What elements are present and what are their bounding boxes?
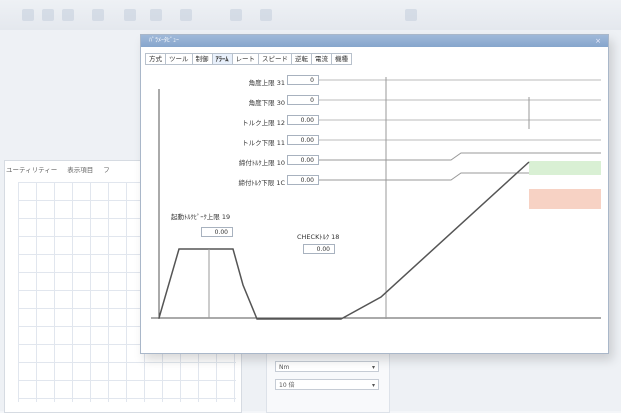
- cut-icon[interactable]: [124, 9, 136, 21]
- close-icon[interactable]: ×: [592, 36, 604, 46]
- options-panel: Nm ▾ 10 倍 ▾: [266, 350, 390, 413]
- tab-display-items[interactable]: 表示項目: [67, 164, 93, 178]
- settings-icon[interactable]: [405, 9, 417, 21]
- tab-current[interactable]: 電流: [311, 53, 331, 65]
- save-icon[interactable]: [42, 9, 54, 21]
- torque-curve: [158, 161, 530, 320]
- tightening-upper-line: [319, 152, 601, 161]
- file-icon[interactable]: [22, 9, 34, 21]
- tab-rate[interactable]: レート: [231, 53, 258, 65]
- torque-curve-diagram: [151, 77, 601, 320]
- chevron-down-icon: ▾: [371, 364, 375, 371]
- scale-select[interactable]: 10 倍 ▾: [275, 379, 379, 390]
- app-toolbar: [0, 0, 621, 30]
- dialog-title-bar: ﾊﾟﾗﾒｰﾀﾋﾞｭｰ ×: [141, 35, 608, 47]
- tab-utility[interactable]: ユーティリティー: [6, 164, 57, 178]
- unit-select[interactable]: Nm ▾: [275, 361, 379, 372]
- tab-speed[interactable]: スピード: [258, 53, 291, 65]
- tab-method[interactable]: 方式: [145, 53, 165, 65]
- chart-icon[interactable]: [180, 9, 192, 21]
- ok-band: [529, 161, 601, 175]
- tab-tool[interactable]: ツール: [165, 53, 192, 65]
- edit-icon[interactable]: [230, 9, 242, 21]
- dialog-title: ﾊﾟﾗﾒｰﾀﾋﾞｭｰ: [149, 37, 180, 44]
- ng-band: [529, 189, 601, 209]
- tab-control[interactable]: 制御: [191, 53, 212, 65]
- parameter-dialog: ﾊﾟﾗﾒｰﾀﾋﾞｭｰ × 方式 ツール 制御 ｱﾗｰﾑ レート スピード 逆転 …: [140, 34, 609, 354]
- copy-icon[interactable]: [92, 9, 104, 21]
- zoom-icon[interactable]: [260, 9, 272, 21]
- panel-tabs: ユーティリティー 表示項目 フ: [6, 164, 110, 178]
- dialog-tabs: 方式 ツール 制御 ｱﾗｰﾑ レート スピード 逆転 電流 機種: [145, 53, 352, 65]
- chevron-down-icon: ▾: [371, 382, 375, 389]
- tab-other[interactable]: フ: [103, 164, 110, 178]
- tab-reverse[interactable]: 逆転: [291, 53, 311, 65]
- print-icon[interactable]: [62, 9, 74, 21]
- tab-alarm[interactable]: ｱﾗｰﾑ: [211, 53, 232, 65]
- paste-icon[interactable]: [150, 9, 162, 21]
- tab-model[interactable]: 機種: [331, 53, 352, 65]
